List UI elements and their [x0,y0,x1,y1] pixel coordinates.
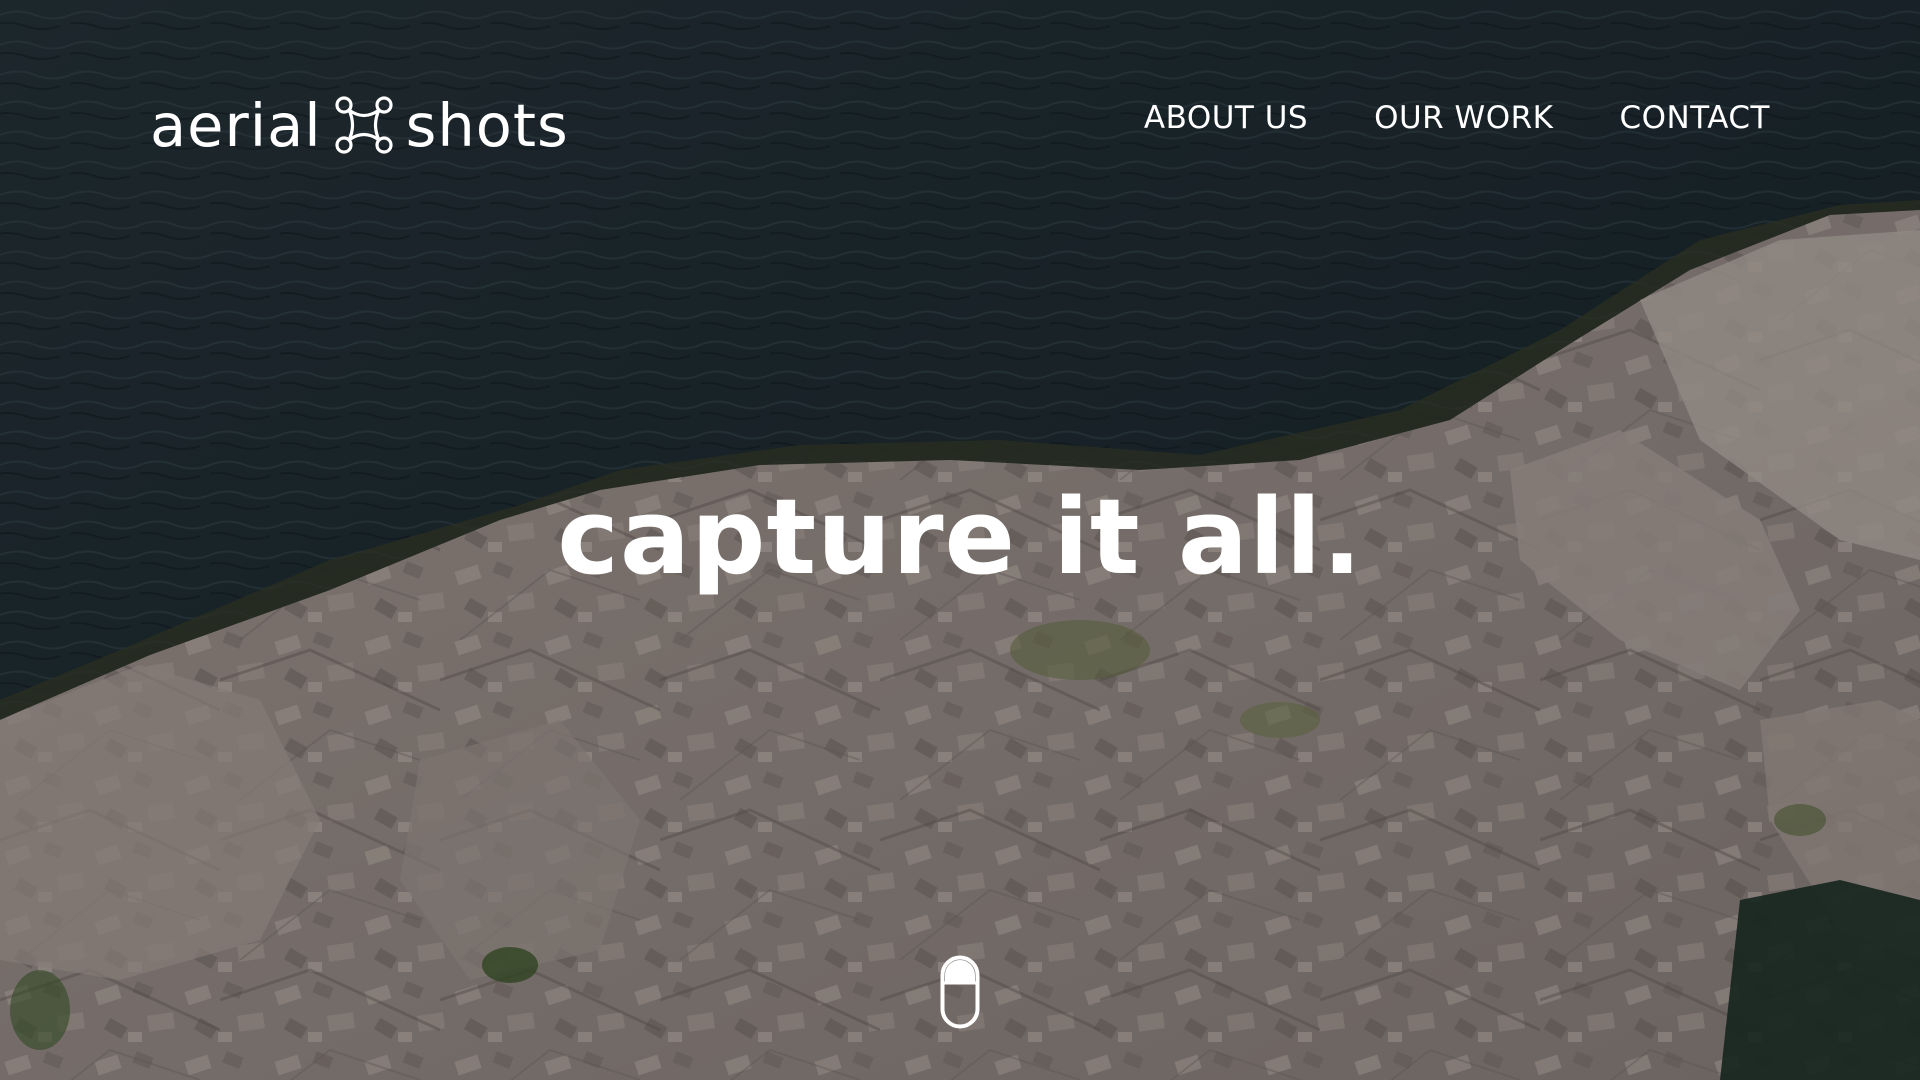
brand-logo[interactable]: aerial shots [150,86,569,164]
logo-wordmark-left: aerial [150,90,322,160]
nav-item-contact[interactable]: CONTACT [1619,100,1770,136]
main-nav: ABOUT US OUR WORK CONTACT [1144,100,1770,136]
mouse-scroll-icon[interactable] [940,955,980,1029]
logo-wordmark-right: shots [405,90,569,160]
hero-section: aerial shots ABOUT US OUR WORK CONTACT c… [0,0,1920,1080]
site-header: aerial shots ABOUT US OUR WORK CONTACT [0,0,1920,250]
nav-item-about-us[interactable]: ABOUT US [1144,100,1308,136]
drone-icon [335,96,393,154]
nav-item-our-work[interactable]: OUR WORK [1374,100,1553,136]
hero-headline: capture it all. [557,476,1363,598]
